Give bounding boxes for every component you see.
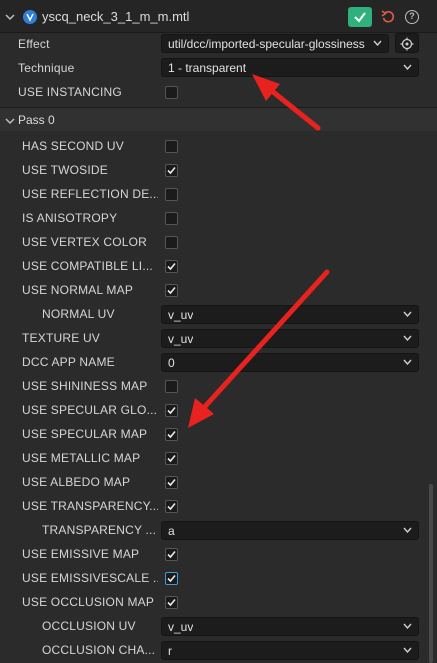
use-compatible-li-checkbox[interactable] (165, 260, 178, 273)
reset-button[interactable] (380, 8, 396, 26)
arrow-specular-annotation (188, 269, 330, 428)
checkmark-icon (167, 550, 176, 559)
use-occlusion-map-label: USE OCCLUSION MAP (22, 595, 155, 609)
use-reflection-de-label: USE REFLECTION DE... (22, 187, 158, 201)
use-specular-map-checkbox[interactable] (165, 428, 178, 441)
is-anisotropy-label: IS ANISOTROPY (22, 211, 118, 225)
occlusion-uv-label: OCCLUSION UV (42, 619, 136, 633)
use-emissive-map-checkbox[interactable] (165, 548, 178, 561)
has-second-uv-label: HAS SECOND UV (22, 139, 124, 153)
use-emissive-map-label: USE EMISSIVE MAP (22, 547, 140, 561)
use-normal-map-label: USE NORMAL MAP (22, 283, 134, 297)
technique-value: 1 - transparent (168, 61, 247, 75)
chevron-down-icon (403, 527, 412, 533)
use-vertex-color-checkbox[interactable] (165, 236, 178, 249)
texture-uv-select[interactable]: v_uv (161, 329, 419, 348)
use-normal-map-checkbox[interactable] (165, 284, 178, 297)
effect-value: util/dcc/imported-specular-glossiness (168, 37, 365, 51)
checkmark-icon (167, 574, 176, 583)
dcc-app-name-value: 0 (168, 356, 175, 370)
technique-select[interactable]: 1 - transparent (161, 58, 419, 77)
checkmark-icon (167, 598, 176, 607)
checkmark-icon (167, 406, 176, 415)
has-second-uv-checkbox[interactable] (165, 140, 178, 153)
occlusion-cha-value: r (168, 644, 172, 658)
collapse-chevron-icon[interactable] (3, 114, 17, 128)
use-metallic-map-checkbox[interactable] (165, 452, 178, 465)
use-twoside-checkbox[interactable] (165, 164, 178, 177)
use-transparency-label: USE TRANSPARENCY... (22, 499, 158, 513)
use-instancing-checkbox[interactable] (165, 86, 178, 99)
use-occlusion-map-checkbox[interactable] (165, 596, 178, 609)
chevron-down-icon (403, 64, 412, 70)
checkmark-icon (167, 454, 176, 463)
checkmark-icon (167, 262, 176, 271)
occlusion-cha-label: OCCLUSION CHA... (42, 643, 156, 657)
apply-button[interactable] (348, 7, 372, 27)
normal-uv-value: v_uv (168, 308, 194, 322)
chevron-down-icon (403, 359, 412, 365)
occlusion-uv-select[interactable]: v_uv (161, 617, 419, 636)
occlusion-cha-select[interactable]: r (161, 641, 419, 660)
chevron-down-icon (373, 40, 382, 46)
use-twoside-label: USE TWOSIDE (22, 163, 108, 177)
use-instancing-label: USE INSTANCING (18, 85, 122, 99)
file-header: yscq_neck_3_1_m_m.mtl ? (0, 0, 437, 33)
normal-uv-label: NORMAL UV (42, 307, 115, 321)
transparency-value: a (168, 524, 175, 538)
pass-0-header[interactable]: Pass 0 (0, 107, 437, 131)
use-transparency-checkbox[interactable] (165, 500, 178, 513)
use-specular-map-label: USE SPECULAR MAP (22, 427, 148, 441)
file-name: yscq_neck_3_1_m_m.mtl (42, 9, 190, 24)
is-anisotropy-checkbox[interactable] (165, 212, 178, 225)
pass-title: Pass 0 (18, 113, 55, 127)
normal-uv-select[interactable]: v_uv (161, 305, 419, 324)
effect-select[interactable]: util/dcc/imported-specular-glossiness (161, 34, 389, 53)
help-button[interactable]: ? (405, 10, 419, 24)
material-file-icon (23, 10, 37, 24)
use-specular-glo-checkbox[interactable] (165, 404, 178, 417)
use-shininess-map-checkbox[interactable] (165, 380, 178, 393)
chevron-down-icon (403, 623, 412, 629)
checkmark-icon (167, 286, 176, 295)
dcc-app-name-label: DCC APP NAME (22, 355, 115, 369)
use-emissivescale-label: USE EMISSIVESCALE ... (22, 571, 158, 585)
checkmark-icon (167, 430, 176, 439)
chevron-down-icon (403, 647, 412, 653)
use-emissivescale-checkbox[interactable] (165, 572, 178, 585)
checkmark-icon (167, 478, 176, 487)
texture-uv-label: TEXTURE UV (22, 331, 101, 345)
use-shininess-map-label: USE SHININESS MAP (22, 379, 148, 393)
chevron-down-icon (403, 311, 412, 317)
collapse-chevron-icon[interactable] (3, 10, 17, 24)
use-metallic-map-label: USE METALLIC MAP (22, 451, 141, 465)
use-albedo-map-label: USE ALBEDO MAP (22, 475, 131, 489)
effect-label: Effect (18, 37, 50, 51)
occlusion-uv-value: v_uv (168, 620, 194, 634)
scrollbar[interactable] (429, 484, 433, 663)
technique-label: Technique (18, 61, 75, 75)
transparency-label: TRANSPARENCY ... (42, 523, 157, 537)
locate-effect-button[interactable] (395, 33, 419, 53)
chevron-down-icon (403, 335, 412, 341)
checkmark-icon (167, 502, 176, 511)
texture-uv-value: v_uv (168, 332, 194, 346)
use-vertex-color-label: USE VERTEX COLOR (22, 235, 148, 249)
checkmark-icon (167, 166, 176, 175)
use-specular-glo-label: USE SPECULAR GLO... (22, 403, 158, 417)
use-albedo-map-checkbox[interactable] (165, 476, 178, 489)
use-reflection-de-checkbox[interactable] (165, 188, 178, 201)
use-compatible-li-label: USE COMPATIBLE LI... (22, 259, 153, 273)
transparency-select[interactable]: a (161, 521, 419, 540)
dcc-app-name-select[interactable]: 0 (161, 353, 419, 372)
